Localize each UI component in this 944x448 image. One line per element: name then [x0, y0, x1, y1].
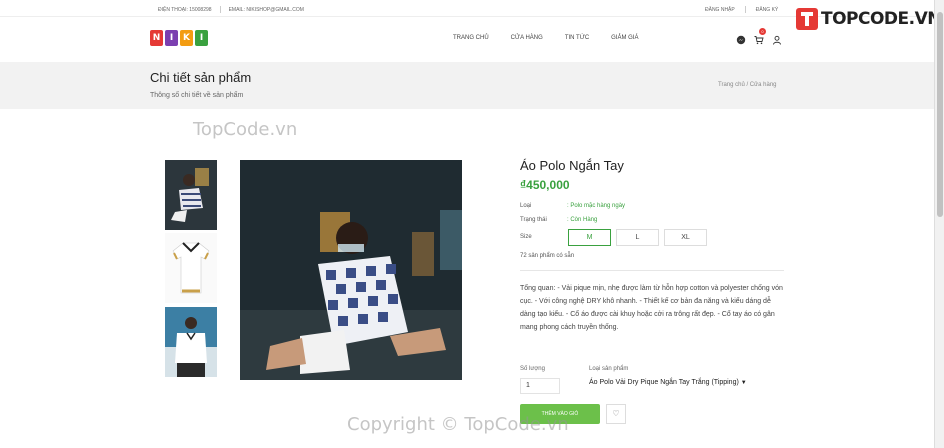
breadcrumb[interactable]: Trang chủ / Cửa hàng: [718, 82, 777, 88]
size-option-m[interactable]: M: [568, 229, 611, 246]
quantity-input[interactable]: 1: [520, 378, 560, 394]
status-label: Trạng thái: [520, 217, 547, 223]
site-header: N I K I TRANG CHỦ CỬA HÀNG TIN TỨC GIẢM …: [0, 17, 934, 62]
type-label: Loại: [520, 203, 532, 209]
product-name: Áo Polo Ngắn Tay: [520, 158, 624, 173]
logo-letter: K: [180, 30, 193, 46]
page-scrollbar[interactable]: [934, 0, 944, 448]
email-text: EMAIL: NIKISHOP@GMAIL.COM: [228, 6, 304, 13]
brand-watermark: TOPCODE.VN: [796, 8, 942, 30]
size-option-xl[interactable]: XL: [664, 229, 707, 246]
user-icon[interactable]: [772, 32, 782, 45]
phone-text: ĐIỆN THOẠI: 15008298: [158, 6, 212, 13]
stock-count: 72 sản phẩm có sẵn: [520, 253, 575, 259]
nav-item-home[interactable]: TRANG CHỦ: [453, 35, 489, 41]
product-thumbnail-3[interactable]: [165, 307, 217, 377]
variant-selected-value: Áo Polo Vải Dry Pique Ngắn Tay Trắng (Ti…: [589, 379, 739, 386]
brand-logo-icon: [796, 8, 818, 30]
logo-letter: N: [150, 30, 163, 46]
quantity-label: Số lượng: [520, 366, 545, 372]
type-value: : Polo mặc hàng ngày: [567, 203, 626, 209]
top-info-bar: ĐIỆN THOẠI: 15008298 EMAIL: NIKISHOP@GMA…: [0, 0, 934, 17]
wishlist-button[interactable]: ♡: [606, 404, 626, 424]
brand-name: TOPCODE.VN: [821, 9, 942, 29]
messenger-icon[interactable]: [736, 32, 746, 45]
variant-label: Loại sản phẩm: [589, 366, 629, 372]
page-banner: Chi tiết sản phẩm Thông số chi tiết về s…: [0, 62, 934, 109]
site-logo[interactable]: N I K I: [150, 30, 208, 46]
variant-select[interactable]: Áo Polo Vải Dry Pique Ngắn Tay Trắng (Ti…: [589, 379, 747, 386]
heart-icon: ♡: [612, 409, 620, 418]
logo-letter: I: [165, 30, 178, 46]
page-title: Chi tiết sản phẩm: [150, 70, 252, 85]
chevron-down-icon: ▼: [740, 380, 747, 386]
main-nav: TRANG CHỦ CỬA HÀNG TIN TỨC GIẢM GIÁ: [453, 35, 639, 41]
divider: [219, 6, 221, 13]
nav-item-news[interactable]: TIN TỨC: [565, 35, 589, 41]
watermark-text: TopCode.vn: [193, 119, 298, 140]
product-description: Tổng quan: - Vải pique mịn, nhẹ được làm…: [520, 285, 783, 331]
register-link[interactable]: ĐĂNG KÝ: [756, 7, 779, 13]
product-thumbnail-2[interactable]: [165, 233, 217, 303]
scrollbar-thumb[interactable]: [937, 12, 943, 217]
divider: [744, 6, 746, 13]
nav-item-sale[interactable]: GIẢM GIÁ: [611, 35, 638, 41]
brand-name-text: TOPCODE: [821, 9, 909, 29]
nav-item-shop[interactable]: CỬA HÀNG: [511, 35, 543, 41]
copyright-watermark: Copyright © TopCode.vn: [347, 414, 569, 435]
cart-count-badge: 0: [759, 28, 766, 35]
size-options: M L XL: [568, 229, 707, 246]
size-option-l[interactable]: L: [616, 229, 659, 246]
status-value: : Còn Hàng: [567, 217, 598, 223]
cart-icon[interactable]: 0: [754, 28, 766, 45]
page-subtitle: Thông số chi tiết về sản phẩm: [150, 92, 244, 99]
size-label: Size: [520, 234, 532, 240]
logo-letter: I: [195, 30, 208, 46]
product-main-image[interactable]: [240, 160, 462, 380]
product-price: ₫450,000: [520, 178, 570, 192]
divider: [520, 270, 784, 271]
product-thumbnail-1[interactable]: [165, 160, 217, 230]
login-link[interactable]: ĐĂNG NHẬP: [705, 7, 735, 13]
